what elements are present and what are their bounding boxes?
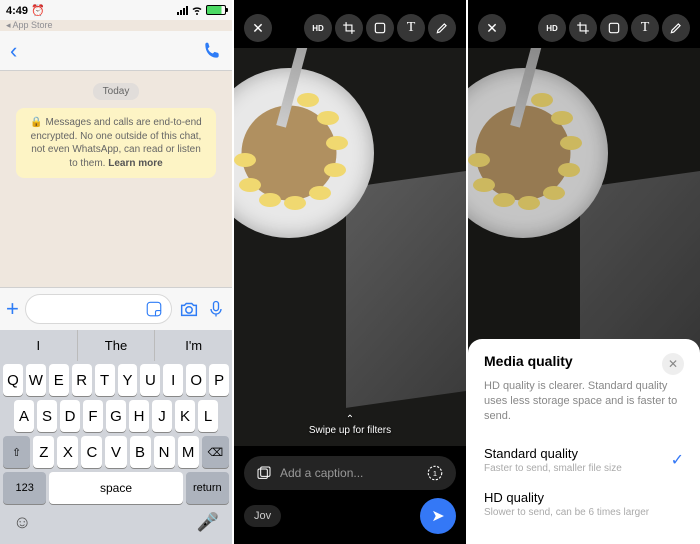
editor-toolbar: ✕ HD T [468,0,700,48]
key-m[interactable]: M [178,436,199,468]
media-editor-screen: ✕ HD T Swipe up for filters Add a captio… [234,0,466,544]
gallery-icon[interactable] [256,465,272,481]
view-once-icon[interactable]: 1 [426,464,444,482]
sticker-icon[interactable] [366,14,394,42]
close-button[interactable]: ✕ [478,14,506,42]
suggestion-bar: I The I'm [0,330,232,361]
key-x[interactable]: X [57,436,78,468]
suggestion[interactable]: I'm [155,330,232,361]
back-to-appstore[interactable]: ◂ App Store [0,20,232,31]
return-key[interactable]: return [186,472,229,504]
check-icon: ✓ [671,450,684,470]
sticker-icon[interactable] [145,300,163,318]
editor-bottom: Add a caption... 1 Jov ➤ [234,446,466,544]
wifi-icon [191,4,203,16]
key-q[interactable]: Q [3,364,23,396]
key-w[interactable]: W [26,364,46,396]
key-d[interactable]: D [60,400,80,432]
status-bar: 4:49 ⏰ [0,0,232,20]
key-k[interactable]: K [175,400,195,432]
text-icon[interactable]: T [397,14,425,42]
numbers-key[interactable]: 123 [3,472,46,504]
message-input-bar: + [0,287,232,330]
key-g[interactable]: G [106,400,126,432]
clock: 4:49 [6,5,28,17]
media-quality-sheet: Media quality ✕ HD quality is clearer. S… [468,339,700,544]
key-c[interactable]: C [81,436,102,468]
caption-input[interactable]: Add a caption... 1 [244,456,456,490]
key-l[interactable]: L [198,400,218,432]
sheet-close-button[interactable]: ✕ [662,353,684,375]
call-button[interactable] [202,41,222,61]
keyboard: QWERTYUIOP ASDFGHJKL ⇧ZXCVBNM⌫ 123 space… [0,361,232,544]
hd-toggle[interactable]: HD [304,14,332,42]
key-f[interactable]: F [83,400,103,432]
suggestion[interactable]: The [78,330,156,361]
key-v[interactable]: V [105,436,126,468]
draw-icon[interactable] [428,14,456,42]
hd-toggle[interactable]: HD [538,14,566,42]
photo-preview[interactable]: Swipe up for filters [234,48,466,446]
space-key[interactable]: space [49,472,182,504]
sheet-description: HD quality is clearer. Standard quality … [484,379,684,424]
crop-icon[interactable] [335,14,363,42]
close-button[interactable]: ✕ [244,14,272,42]
key-b[interactable]: B [130,436,151,468]
nav-bar: ‹ [0,31,232,71]
key-o[interactable]: O [186,364,206,396]
recipient-chip[interactable]: Jov [244,505,281,527]
swipe-hint: Swipe up for filters [234,414,466,436]
key-a[interactable]: A [14,400,34,432]
crop-icon[interactable] [569,14,597,42]
emoji-button[interactable]: ☺ [13,512,31,533]
date-header: Today [93,83,140,100]
send-button[interactable]: ➤ [420,498,456,534]
key-s[interactable]: S [37,400,57,432]
back-button[interactable]: ‹ [10,38,17,64]
cellular-icon [177,6,188,15]
mic-button[interactable] [206,299,226,319]
media-quality-screen: ✕ HD T Media quality ✕ HD quality is cle… [468,0,700,544]
key-z[interactable]: Z [33,436,54,468]
key-t[interactable]: T [95,364,115,396]
shift-key[interactable]: ⇧ [3,436,30,468]
dictation-button[interactable]: 🎤 [197,512,219,533]
battery-icon [206,5,226,15]
backspace-key[interactable]: ⌫ [202,436,229,468]
sticker-icon[interactable] [600,14,628,42]
chat-screen: 4:49 ⏰ ◂ App Store ‹ Today 🔒 Messages an… [0,0,232,544]
key-i[interactable]: I [163,364,183,396]
suggestion[interactable]: I [0,330,78,361]
key-n[interactable]: N [154,436,175,468]
option-hd-quality[interactable]: HD quality Slower to send, can be 6 time… [484,482,684,526]
key-y[interactable]: Y [118,364,138,396]
encryption-notice[interactable]: 🔒 Messages and calls are end-to-end encr… [16,108,216,178]
attach-button[interactable]: + [6,296,19,322]
text-icon[interactable]: T [631,14,659,42]
key-p[interactable]: P [209,364,229,396]
caption-placeholder: Add a caption... [280,466,363,480]
draw-icon[interactable] [662,14,690,42]
chat-body: Today 🔒 Messages and calls are end-to-en… [0,71,232,287]
message-input[interactable] [25,294,172,324]
option-standard-quality[interactable]: Standard quality Faster to send, smaller… [484,438,684,482]
key-r[interactable]: R [72,364,92,396]
key-j[interactable]: J [152,400,172,432]
editor-toolbar: ✕ HD T [234,0,466,48]
camera-button[interactable] [178,298,200,320]
key-h[interactable]: H [129,400,149,432]
sheet-title: Media quality [484,353,573,369]
key-e[interactable]: E [49,364,69,396]
svg-text:1: 1 [433,469,437,478]
key-u[interactable]: U [140,364,160,396]
